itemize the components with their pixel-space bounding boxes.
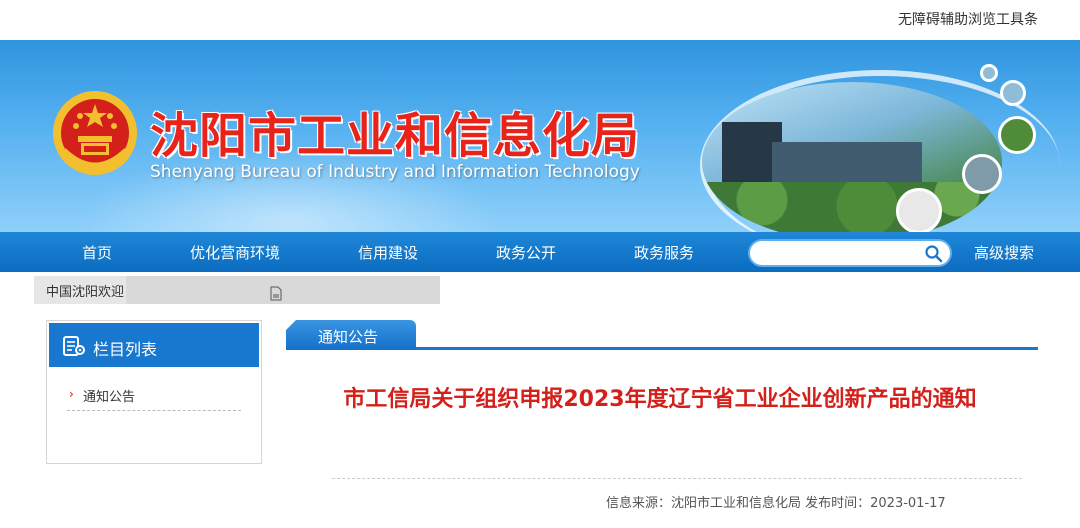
sidebar-item-label: 通知公告 [83,390,136,405]
article-title: 市工信局关于组织申报2023年度辽宁省工业企业创新产品的通知 [343,387,977,412]
photo-building [772,142,922,187]
nav-item-government-services[interactable]: 政务服务 [634,242,694,263]
sidebar: 栏目列表 › 通知公告 [46,320,262,464]
top-utility-bar: 无障碍辅助浏览工具条 [0,0,1080,40]
photo-trees [702,182,1002,232]
nav-item-credit[interactable]: 信用建设 [358,242,418,263]
tab-notices[interactable]: 通知公告 [286,320,416,350]
nav-item-open-government[interactable]: 政务公开 [496,242,556,263]
sidebar-title: 栏目列表 [93,340,158,359]
advanced-search-link[interactable]: 高级搜索 [974,242,1034,263]
marquee-area [126,276,440,304]
tab-corner [286,320,296,330]
accessibility-toolbar-link[interactable]: 无障碍辅助浏览工具条 [898,9,1038,29]
document-icon [270,286,282,301]
search-box [748,239,952,267]
site-title-chinese: 沈阳市工业和信息化局 [150,108,641,164]
decor-bubble [980,64,998,82]
sidebar-header: 栏目列表 [49,323,259,367]
column-list-icon [63,336,85,356]
article-divider [332,478,1022,479]
header-banner: 沈阳市工业和信息化局 Shenyang Bureau of Industry a… [0,40,1080,232]
main-nav: 首页 优化营商环境 信用建设 政务公开 政务服务 高级搜索 [0,232,1080,272]
tab-label: 通知公告 [318,328,379,346]
building-photo [702,82,1002,232]
search-input[interactable] [762,245,922,263]
site-title-english: Shenyang Bureau of Industry and Informat… [150,162,640,182]
nav-item-home[interactable]: 首页 [82,242,112,263]
decor-bubble [1000,80,1026,106]
chevron-right-icon: › [69,387,74,401]
sidebar-item-notices[interactable]: › 通知公告 [67,385,241,411]
decor-bubble [896,188,942,232]
welcome-marquee: 中国沈阳欢迎 [34,276,440,304]
welcome-text: 中国沈阳欢迎 [46,285,125,300]
national-emblem-icon [53,91,137,175]
decor-bubble [998,116,1036,154]
decor-bubble [962,154,1002,194]
search-icon[interactable] [924,244,944,264]
article-meta: 信息来源：沈阳市工业和信息化局 发布时间：2023-01-17 [606,496,946,511]
nav-item-business-environment[interactable]: 优化营商环境 [190,242,280,263]
